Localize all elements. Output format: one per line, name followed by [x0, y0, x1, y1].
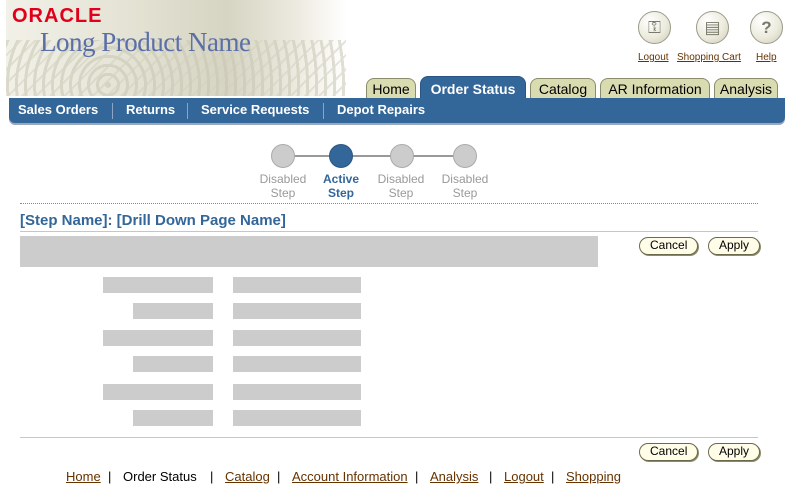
help-link[interactable]: Help	[756, 52, 777, 63]
subtab-depot-repairs[interactable]: Depot Repairs	[337, 98, 425, 123]
field-label-placeholder	[103, 277, 213, 293]
train-step-2-dot	[329, 144, 353, 168]
cart-icon[interactable]: ▤	[696, 11, 729, 44]
train-step-3-label: Disabled Step	[377, 172, 425, 200]
cancel-button-bottom[interactable]: Cancel	[639, 443, 699, 461]
product-name: Long Product Name	[40, 27, 251, 57]
train-connector	[293, 155, 453, 157]
field-value-placeholder	[233, 330, 361, 346]
field-label-placeholder	[103, 384, 213, 400]
field-label-placeholder	[133, 410, 213, 426]
field-label-placeholder	[133, 303, 213, 319]
page-title: [Step Name]: [Drill Down Page Name]	[20, 212, 286, 229]
shopping-cart-link[interactable]: Shopping Cart	[677, 52, 741, 63]
help-icon[interactable]: ?	[750, 11, 783, 44]
train-step-1-dot	[271, 144, 295, 168]
footer-link-account-information[interactable]: Account Information	[292, 469, 408, 484]
tab-home[interactable]: Home	[366, 78, 416, 99]
footer-link-shopping[interactable]: Shopping	[566, 469, 621, 484]
subtab-returns[interactable]: Returns	[126, 98, 175, 123]
footer-separator: |	[489, 469, 493, 484]
subtab-service-requests[interactable]: Service Requests	[201, 98, 309, 123]
apply-button-top[interactable]: Apply	[708, 237, 761, 255]
cancel-button-top[interactable]: Cancel	[639, 237, 699, 255]
train-divider	[20, 203, 758, 204]
subtab-divider	[187, 103, 188, 119]
footer-link-logout[interactable]: Logout	[504, 469, 544, 484]
oracle-logo: ORACLE	[12, 5, 103, 27]
train-step-4-label: Disabled Step	[441, 172, 489, 200]
footer-separator: |	[277, 469, 281, 484]
footer-separator: |	[551, 469, 555, 484]
apply-button-bottom[interactable]: Apply	[708, 443, 761, 461]
field-value-placeholder	[233, 356, 361, 372]
train-step-3-dot	[390, 144, 414, 168]
footer-separator: |	[108, 469, 112, 484]
tab-ar-information[interactable]: AR Information	[600, 78, 710, 99]
subtab-sales-orders[interactable]: Sales Orders	[18, 98, 98, 123]
page-header: ORACLE Long Product Name ⚿ ▤ ? Logout Sh…	[0, 0, 789, 101]
field-label-placeholder	[133, 356, 213, 372]
train-step-4-dot	[453, 144, 477, 168]
footer-link-analysis[interactable]: Analysis	[430, 469, 478, 484]
footer-link-catalog[interactable]: Catalog	[225, 469, 270, 484]
footer-rule	[20, 437, 758, 438]
field-value-placeholder	[233, 384, 361, 400]
field-value-placeholder	[233, 277, 361, 293]
train-step-1-label: Disabled Step	[259, 172, 307, 200]
field-value-placeholder	[233, 410, 361, 426]
field-label-placeholder	[103, 330, 213, 346]
footer-separator: |	[210, 469, 214, 484]
tab-catalog[interactable]: Catalog	[530, 78, 596, 99]
footer-link-home[interactable]: Home	[66, 469, 101, 484]
footer-separator: |	[415, 469, 419, 484]
key-icon[interactable]: ⚿	[638, 11, 671, 44]
footer-current-order-status: Order Status	[123, 469, 197, 484]
title-rule	[20, 231, 758, 232]
content-placeholder-bar	[20, 236, 598, 267]
subtab-divider	[323, 103, 324, 119]
logout-link[interactable]: Logout	[638, 52, 669, 63]
subtab-divider	[112, 103, 113, 119]
train-step-2-label: Active Step	[322, 172, 360, 200]
tab-analysis[interactable]: Analysis	[714, 78, 778, 99]
field-value-placeholder	[233, 303, 361, 319]
